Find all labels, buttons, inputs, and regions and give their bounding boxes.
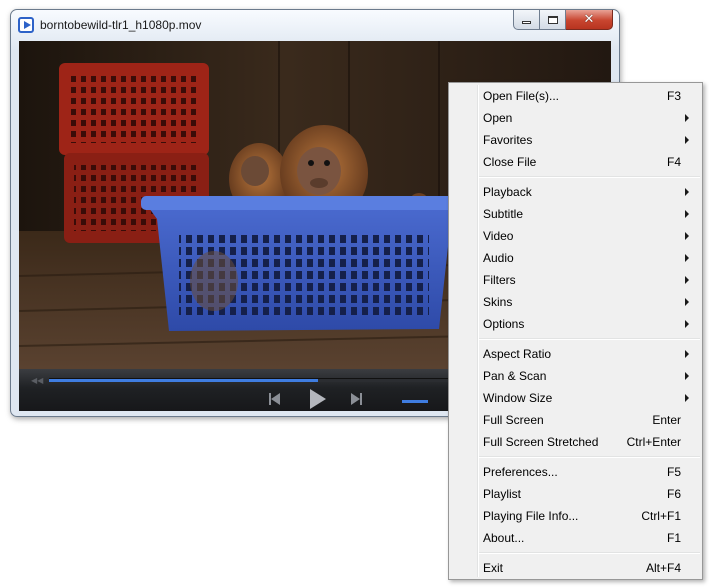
menu-item-label: Video bbox=[483, 229, 514, 243]
window-title: borntobewild-tlr1_h1080p.mov bbox=[40, 18, 202, 32]
rewind-icon[interactable]: ◀◀ bbox=[31, 376, 43, 385]
menu-item-open-file-s[interactable]: Open File(s)... F3 bbox=[449, 85, 702, 107]
menu-item-label: Exit bbox=[483, 561, 504, 575]
menu-item-shortcut: F5 bbox=[666, 465, 681, 479]
context-menu-list: Open File(s)... F3 Open Favorites Close File… bbox=[449, 85, 702, 579]
menu-item-exit[interactable]: Exit Alt+F4 bbox=[449, 557, 702, 579]
menu-item-full-screen-stretched[interactable]: Full Screen Stretched Ctrl+Enter bbox=[449, 431, 702, 453]
menu-item-label: Skins bbox=[483, 295, 513, 309]
menu-item-window-size[interactable]: Window Size bbox=[449, 387, 702, 409]
menu-item-shortcut: Ctrl+Enter bbox=[626, 435, 681, 449]
menu-item-label: Aspect Ratio bbox=[483, 347, 552, 361]
menu-item-shortcut: Ctrl+F1 bbox=[641, 509, 681, 523]
minimize-button[interactable] bbox=[513, 10, 540, 30]
menu-item-label: Pan & Scan bbox=[483, 369, 547, 383]
close-icon: ✕ bbox=[583, 12, 595, 27]
menu-item-label: Playback bbox=[483, 185, 532, 199]
submenu-arrow-icon bbox=[685, 372, 689, 380]
menu-item-playing-file-info[interactable]: Playing File Info... Ctrl+F1 bbox=[449, 505, 702, 527]
menu-item-label: Options bbox=[483, 317, 525, 331]
menu-item-skins[interactable]: Skins bbox=[449, 291, 702, 313]
maximize-icon bbox=[547, 15, 558, 24]
minimize-icon bbox=[522, 21, 531, 24]
menu-item-video[interactable]: Video bbox=[449, 225, 702, 247]
menu-item-filters[interactable]: Filters bbox=[449, 269, 702, 291]
window-controls: ✕ bbox=[513, 10, 613, 30]
menu-item-shortcut: Alt+F4 bbox=[645, 561, 681, 575]
menu-item-label: Open bbox=[483, 111, 513, 125]
maximize-button[interactable] bbox=[540, 10, 566, 30]
submenu-arrow-icon bbox=[685, 210, 689, 218]
menu-item-label: Audio bbox=[483, 251, 514, 265]
menu-separator bbox=[449, 453, 702, 461]
menu-separator bbox=[449, 173, 702, 181]
submenu-arrow-icon bbox=[685, 298, 689, 306]
menu-separator bbox=[449, 549, 702, 557]
player-app-icon[interactable] bbox=[18, 17, 34, 33]
menu-separator bbox=[449, 335, 702, 343]
menu-item-open[interactable]: Open bbox=[449, 107, 702, 129]
menu-item-pan-scan[interactable]: Pan & Scan bbox=[449, 365, 702, 387]
menu-item-label: Full Screen bbox=[483, 413, 544, 427]
submenu-arrow-icon bbox=[685, 136, 689, 144]
menu-item-options[interactable]: Options bbox=[449, 313, 702, 335]
menu-item-playback[interactable]: Playback bbox=[449, 181, 702, 203]
submenu-arrow-icon bbox=[685, 232, 689, 240]
menu-item-shortcut: F6 bbox=[666, 487, 681, 501]
menu-item-label: Subtitle bbox=[483, 207, 524, 221]
submenu-arrow-icon bbox=[685, 394, 689, 402]
menu-item-subtitle[interactable]: Subtitle bbox=[449, 203, 702, 225]
menu-item-label: Preferences... bbox=[483, 465, 558, 479]
menu-item-label: Filters bbox=[483, 273, 516, 287]
close-button[interactable]: ✕ bbox=[566, 10, 613, 30]
menu-item-close-file[interactable]: Close File F4 bbox=[449, 151, 702, 173]
menu-item-shortcut: F4 bbox=[666, 155, 681, 169]
title-bar[interactable]: borntobewild-tlr1_h1080p.mov ✕ bbox=[11, 10, 619, 40]
submenu-arrow-icon bbox=[685, 254, 689, 262]
menu-item-shortcut: F3 bbox=[666, 89, 681, 103]
submenu-arrow-icon bbox=[685, 276, 689, 284]
volume-slider[interactable] bbox=[402, 400, 428, 403]
menu-item-label: About... bbox=[483, 531, 525, 545]
context-menu: Open File(s)... F3 Open Favorites Close File… bbox=[448, 82, 703, 580]
menu-item-audio[interactable]: Audio bbox=[449, 247, 702, 269]
menu-item-label: Favorites bbox=[483, 133, 533, 147]
menu-item-about[interactable]: About... F1 bbox=[449, 527, 702, 549]
menu-item-preferences[interactable]: Preferences... F5 bbox=[449, 461, 702, 483]
menu-item-full-screen[interactable]: Full Screen Enter bbox=[449, 409, 702, 431]
submenu-arrow-icon bbox=[685, 188, 689, 196]
next-icon[interactable] bbox=[351, 393, 363, 405]
menu-item-label: Playlist bbox=[483, 487, 522, 501]
play-icon[interactable] bbox=[310, 389, 326, 409]
menu-item-label: Window Size bbox=[483, 391, 553, 405]
menu-item-aspect-ratio[interactable]: Aspect Ratio bbox=[449, 343, 702, 365]
menu-item-playlist[interactable]: Playlist F6 bbox=[449, 483, 702, 505]
submenu-arrow-icon bbox=[685, 114, 689, 122]
menu-item-label: Playing File Info... bbox=[483, 509, 579, 523]
menu-item-label: Full Screen Stretched bbox=[483, 435, 599, 449]
menu-item-favorites[interactable]: Favorites bbox=[449, 129, 702, 151]
menu-item-shortcut: Enter bbox=[652, 413, 681, 427]
previous-icon[interactable] bbox=[269, 393, 281, 405]
menu-item-label: Close File bbox=[483, 155, 537, 169]
seek-progress bbox=[49, 379, 318, 382]
submenu-arrow-icon bbox=[685, 350, 689, 358]
menu-item-shortcut: F1 bbox=[666, 531, 681, 545]
submenu-arrow-icon bbox=[685, 320, 689, 328]
menu-item-label: Open File(s)... bbox=[483, 89, 560, 103]
